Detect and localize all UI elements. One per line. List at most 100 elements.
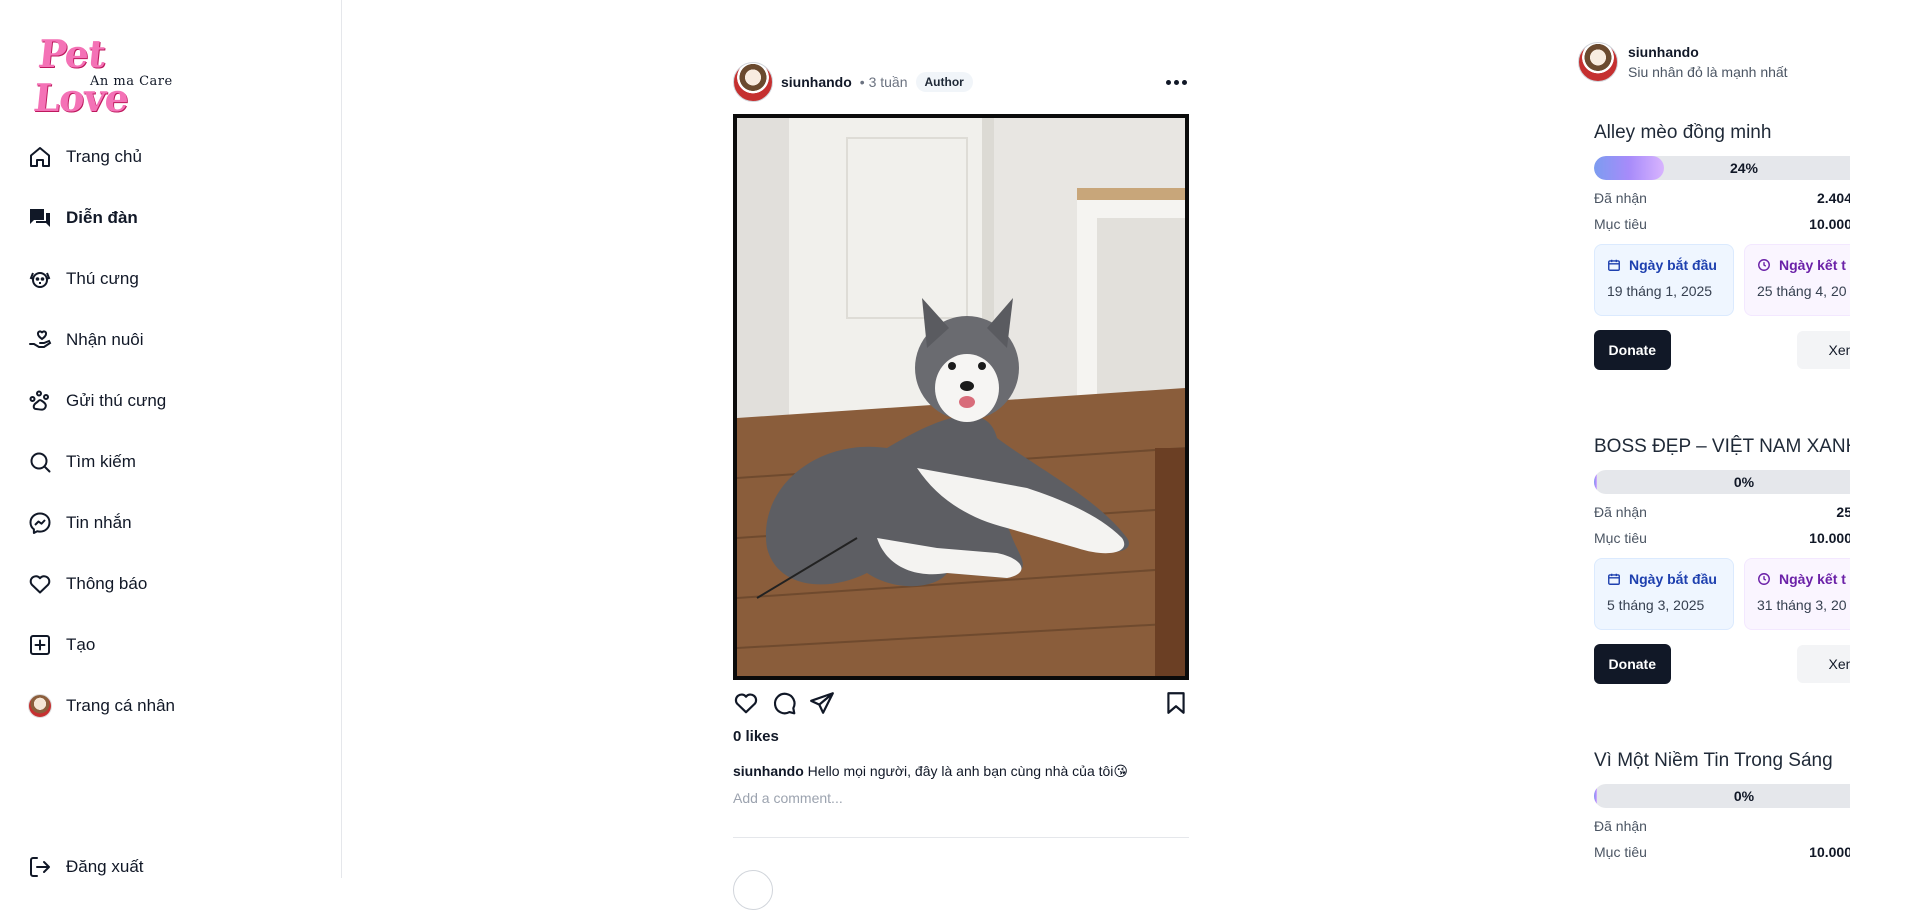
date-boxes: Ngày bắt đầu 5 tháng 3, 2025 Ngày kết t … bbox=[1594, 558, 1850, 630]
comment-icon[interactable] bbox=[771, 690, 797, 716]
sidebar-item-label: Tạo bbox=[66, 635, 96, 654]
profile-avatar[interactable] bbox=[1578, 42, 1618, 82]
end-date-box: Ngày kết t 31 tháng 3, 20 bbox=[1744, 558, 1850, 630]
view-button[interactable]: Xem bbox=[1796, 331, 1850, 369]
sidebar-item-label: Thú cưng bbox=[66, 269, 139, 288]
post-username[interactable]: siunhando bbox=[781, 74, 852, 90]
feed-post: siunhando • 3 tuần Author 0 likes siunha… bbox=[733, 60, 1189, 806]
home-icon bbox=[30, 147, 50, 167]
sidebar-item-label: Diễn đàn bbox=[66, 208, 138, 227]
logout-button[interactable]: Đăng xuất bbox=[28, 849, 144, 885]
clock-icon bbox=[1758, 259, 1770, 271]
start-date-label: Ngày bắt đầu bbox=[1629, 571, 1717, 587]
logout-label: Đăng xuất bbox=[66, 857, 144, 876]
start-date-box: Ngày bắt đầu 5 tháng 3, 2025 bbox=[1594, 558, 1734, 630]
goal-row: Mục tiêu 10.000 bbox=[1594, 844, 1850, 860]
pet-face-icon bbox=[29, 272, 51, 288]
goal-row: Mục tiêu 10.000 bbox=[1594, 530, 1850, 546]
start-date-value: 19 tháng 1, 2025 bbox=[1607, 283, 1713, 299]
end-date-label: Ngày kết t bbox=[1779, 257, 1846, 273]
logo[interactable]: Pet Love An ma Care bbox=[31, 31, 186, 120]
progress-bar: 24% bbox=[1594, 156, 1850, 180]
sidebar-item-notifications[interactable]: Thông báo bbox=[28, 566, 147, 602]
profile-bio: Siu nhân đỏ là mạnh nhất bbox=[1628, 64, 1788, 80]
end-date-value: 25 tháng 4, 20 bbox=[1757, 283, 1847, 299]
sidebar-item-messages[interactable]: Tin nhắn bbox=[28, 505, 132, 541]
campaign-title: Alley mèo đồng minh bbox=[1594, 122, 1772, 143]
profile-name[interactable]: siunhando bbox=[1628, 44, 1788, 60]
end-date-value: 31 tháng 3, 20 bbox=[1757, 597, 1847, 613]
clock-icon bbox=[1758, 573, 1770, 585]
calendar-icon bbox=[1608, 573, 1620, 585]
campaign-title: BOSS ĐẸP – VIỆT NAM XANH bbox=[1594, 436, 1850, 457]
campaign-card: BOSS ĐẸP – VIỆT NAM XANH 0% Đã nhận 25 Mụ… bbox=[1594, 436, 1850, 684]
sidebar-item-label: Trang cá nhân bbox=[66, 696, 175, 715]
received-label: Đã nhận bbox=[1594, 504, 1647, 520]
more-options-icon[interactable] bbox=[1164, 74, 1189, 91]
received-value: 2.404 bbox=[1816, 190, 1850, 206]
logo-subtitle: An ma Care bbox=[90, 74, 173, 89]
sidebar-item-pets[interactable]: Thú cưng bbox=[28, 261, 139, 297]
received-row: Đã nhận 25 bbox=[1594, 504, 1850, 520]
post-author-avatar[interactable] bbox=[733, 62, 773, 102]
goal-label: Mục tiêu bbox=[1594, 530, 1647, 546]
post-caption: siunhando Hello mọi người, đây là anh bạ… bbox=[733, 763, 1189, 780]
goal-value: 10.000 bbox=[1809, 216, 1850, 232]
avatar bbox=[28, 694, 52, 718]
received-value: 25 bbox=[1836, 504, 1850, 520]
donate-button[interactable]: Donate bbox=[1594, 644, 1671, 684]
received-row: Đã nhận bbox=[1594, 818, 1850, 834]
app-root: Pet Love An ma Care Trang chủ Diễn đàn T… bbox=[0, 0, 1906, 910]
sidebar-item-label: Tìm kiếm bbox=[66, 452, 136, 471]
author-badge: Author bbox=[915, 72, 973, 92]
adopt-hand-icon bbox=[29, 330, 52, 348]
paw-icon bbox=[29, 390, 49, 411]
profile-summary[interactable]: siunhando Siu nhân đỏ là mạnh nhất bbox=[1578, 38, 1850, 86]
sidebar-item-send-pet[interactable]: Gửi thú cưng bbox=[28, 383, 166, 419]
view-button[interactable]: Xem bbox=[1796, 645, 1850, 683]
caption-username[interactable]: siunhando bbox=[733, 763, 804, 779]
post-divider bbox=[733, 837, 1189, 838]
sidebar-item-label: Trang chủ bbox=[66, 147, 142, 166]
goal-value: 10.000 bbox=[1809, 844, 1850, 860]
sidebar-item-profile[interactable]: Trang cá nhân bbox=[28, 688, 175, 724]
post-image[interactable] bbox=[733, 114, 1189, 680]
progress-bar: 0% bbox=[1594, 784, 1850, 808]
campaign-card: Vì Một Niềm Tin Trong Sáng 0% Đã nhận Mụ… bbox=[1594, 750, 1850, 860]
progress-label: 0% bbox=[1733, 474, 1755, 490]
logout-icon bbox=[30, 857, 50, 877]
sidebar: Pet Love An ma Care Trang chủ Diễn đàn T… bbox=[0, 0, 342, 878]
goal-row: Mục tiêu 10.000 bbox=[1594, 216, 1850, 232]
start-date-box: Ngày bắt đầu 19 tháng 1, 2025 bbox=[1594, 244, 1734, 316]
post-actions bbox=[733, 680, 1189, 726]
messenger-icon bbox=[29, 512, 51, 534]
next-post-avatar[interactable] bbox=[733, 870, 773, 910]
start-date-label: Ngày bắt đầu bbox=[1629, 257, 1717, 273]
end-date-label: Ngày kết t bbox=[1779, 571, 1846, 587]
end-date-box: Ngày kết t 25 tháng 4, 20 bbox=[1744, 244, 1850, 316]
likes-count[interactable]: 0 likes bbox=[733, 728, 1189, 745]
sidebar-item-label: Gửi thú cưng bbox=[66, 391, 167, 410]
post-time: • 3 tuần bbox=[859, 74, 908, 90]
donate-button[interactable]: Donate bbox=[1594, 330, 1671, 370]
sidebar-item-forum[interactable]: Diễn đàn bbox=[28, 200, 138, 236]
heart-icon bbox=[29, 575, 51, 594]
sidebar-item-home[interactable]: Trang chủ bbox=[28, 139, 142, 175]
date-boxes: Ngày bắt đầu 19 tháng 1, 2025 Ngày kết t… bbox=[1594, 244, 1850, 316]
share-icon[interactable] bbox=[809, 690, 835, 716]
search-icon bbox=[30, 452, 51, 473]
dog-photo bbox=[737, 118, 1185, 676]
received-label: Đã nhận bbox=[1594, 190, 1647, 206]
sidebar-item-create[interactable]: Tạo bbox=[28, 627, 95, 663]
sidebar-item-label: Thông báo bbox=[66, 574, 148, 593]
right-panel: siunhando Siu nhân đỏ là mạnh nhất Alley… bbox=[1578, 38, 1850, 910]
caption-text: Hello mọi người, đây là anh bạn cùng nhà… bbox=[807, 763, 1129, 779]
sidebar-item-search[interactable]: Tìm kiếm bbox=[28, 444, 136, 480]
calendar-icon bbox=[1608, 259, 1620, 271]
sidebar-item-adopt[interactable]: Nhận nuôi bbox=[28, 322, 144, 358]
bookmark-icon[interactable] bbox=[1163, 690, 1189, 716]
comment-input[interactable]: Add a comment... bbox=[733, 790, 1189, 806]
campaign-title: Vì Một Niềm Tin Trong Sáng bbox=[1594, 750, 1833, 771]
like-icon[interactable] bbox=[733, 690, 759, 716]
progress-label: 0% bbox=[1733, 788, 1755, 804]
